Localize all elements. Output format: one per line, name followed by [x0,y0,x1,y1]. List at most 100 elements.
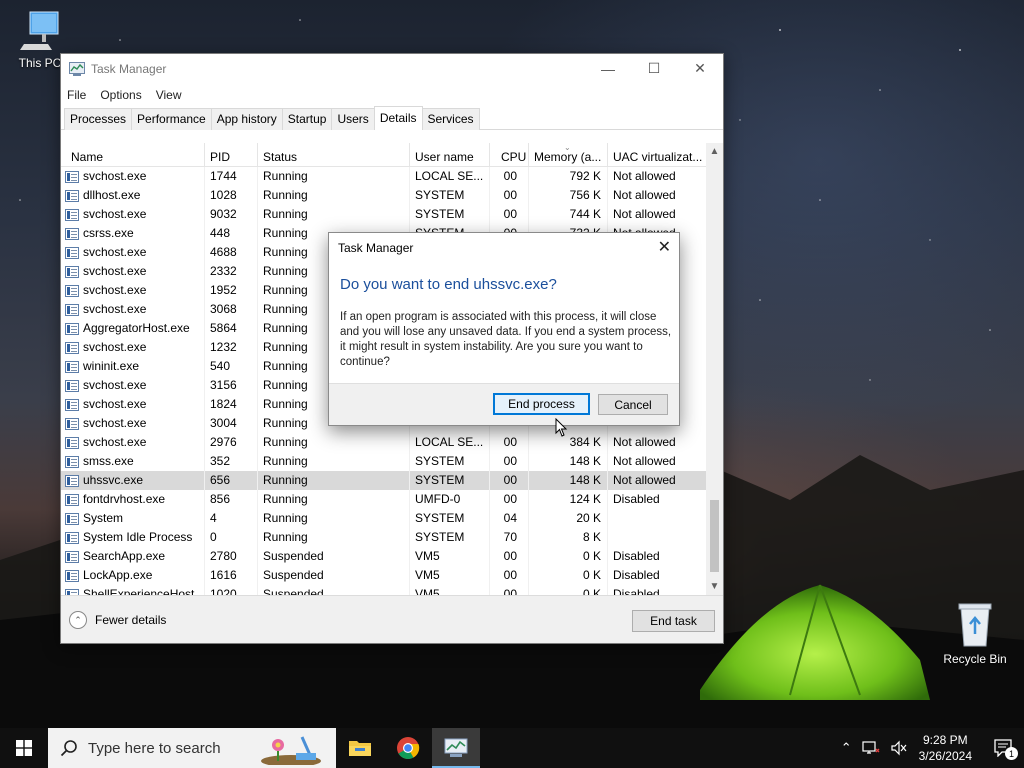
taskbar: Type here to search ⌃ 9:28 PM 3/26/2024 … [0,728,1024,768]
clock[interactable]: 9:28 PM 3/26/2024 [919,732,972,764]
process-status: Suspended [258,585,410,595]
maximize-button[interactable]: ☐ [631,54,677,83]
table-row[interactable]: System 4 Running SYSTEM 04 20 K [61,509,723,528]
tab-performance[interactable]: Performance [131,108,212,130]
end-process-button[interactable]: End process [493,393,590,415]
process-uac: Not allowed [608,167,708,186]
process-name: uhssvc.exe [61,471,205,490]
vertical-scrollbar[interactable]: ▲ ▼ [706,143,723,595]
process-pid: 3004 [205,414,258,433]
process-icon [65,436,79,449]
table-row[interactable]: dllhost.exe 1028 Running SYSTEM 00 756 K Not a… [61,186,723,205]
process-name-label: svchost.exe [83,416,147,430]
process-user: UMFD-0 [410,490,490,509]
start-button[interactable] [0,728,48,768]
taskbar-chrome[interactable] [384,728,432,768]
process-name-label: svchost.exe [83,340,147,354]
cancel-button[interactable]: Cancel [598,394,668,415]
process-icon [65,455,79,468]
dialog-message: If an open program is associated with th… [340,311,672,368]
table-row[interactable]: smss.exe 352 Running SYSTEM 00 148 K Not allow… [61,452,723,471]
process-name-label: System Idle Process [83,530,193,544]
taskbar-file-explorer[interactable] [336,728,384,768]
end-task-button[interactable]: End task [632,610,715,632]
table-row[interactable]: fontdrvhost.exe 856 Running UMFD-0 00 124 K Di… [61,490,723,509]
process-status: Running [258,471,410,490]
process-memory: 792 K [529,167,608,186]
process-user: VM5 [410,547,490,566]
process-icon [65,303,79,316]
process-pid: 1952 [205,281,258,300]
taskbar-task-manager[interactable] [432,728,480,768]
process-name: svchost.exe [61,414,205,433]
process-user: SYSTEM [410,509,490,528]
process-status: Running [258,205,410,224]
process-status: Suspended [258,566,410,585]
table-row[interactable]: ShellExperienceHost... 1020 Suspended VM5 00… [61,585,723,595]
menu-view[interactable]: View [156,88,182,102]
desktop-icon-recycle-bin[interactable]: Recycle Bin [935,600,1015,666]
table-row[interactable]: SearchApp.exe 2780 Suspended VM5 00 0 K Disabl… [61,547,723,566]
column-header-name[interactable]: Name [61,143,205,167]
menu-options[interactable]: Options [100,88,141,102]
show-hidden-icons-icon[interactable]: ⌃ [841,740,852,756]
column-header-user-name[interactable]: User name [410,143,490,167]
fewer-details-link[interactable]: ⌃ Fewer details [69,611,166,629]
table-row[interactable]: svchost.exe 2976 Running LOCAL SE... 00 384 K… [61,433,723,452]
process-name-label: LockApp.exe [83,568,153,582]
process-name: SearchApp.exe [61,547,205,566]
scroll-up-icon[interactable]: ▲ [706,143,723,160]
process-pid: 1616 [205,566,258,585]
process-icon [65,360,79,373]
process-name: AggregatorHost.exe [61,319,205,338]
table-row[interactable]: svchost.exe 1744 Running LOCAL SE... 00 792 K… [61,167,723,186]
process-pid: 540 [205,357,258,376]
column-header-cpu[interactable]: CPU [490,143,529,167]
tab-services[interactable]: Services [421,108,480,130]
volume-muted-icon[interactable] [890,740,908,756]
process-user: SYSTEM [410,205,490,224]
action-center-button[interactable]: 1 [984,728,1024,768]
column-header-uac[interactable]: UAC virtualizat... [608,143,708,167]
process-name-label: csrss.exe [83,226,134,240]
column-header-status[interactable]: Status [258,143,410,167]
scroll-down-icon[interactable]: ▼ [706,578,723,595]
sort-indicator-icon: ⌄ [564,143,571,152]
table-header: Name PID Status User name CPU Memory (a.… [61,143,723,167]
table-row[interactable]: LockApp.exe 1616 Suspended VM5 00 0 K Disabled [61,566,723,585]
search-box[interactable]: Type here to search [48,728,336,768]
table-row[interactable]: uhssvc.exe 656 Running SYSTEM 00 148 K Not all… [61,471,723,490]
process-uac: Not allowed [608,471,708,490]
process-user: SYSTEM [410,452,490,471]
dialog-close-icon[interactable]: ✕ [658,237,671,257]
process-user: VM5 [410,566,490,585]
process-name-label: fontdrvhost.exe [83,492,166,506]
desktop-icon-label: This PC [18,56,62,70]
menu-file[interactable]: File [67,88,86,102]
process-memory: 148 K [529,471,608,490]
network-icon[interactable] [862,740,880,756]
process-user: VM5 [410,585,490,595]
tab-details[interactable]: Details [373,106,423,130]
dialog-question: Do you want to end uhssvc.exe? [340,276,557,293]
tab-app-history[interactable]: App history [210,108,283,130]
process-uac: Disabled [608,547,708,566]
process-name-label: smss.exe [83,454,134,468]
table-row[interactable]: System Idle Process 0 Running SYSTEM 70 8 K [61,528,723,547]
tab-startup[interactable]: Startup [281,108,333,130]
table-row[interactable]: svchost.exe 9032 Running SYSTEM 00 744 K Not a… [61,205,723,224]
tab-processes[interactable]: Processes [64,108,133,130]
process-name: svchost.exe [61,281,205,300]
process-icon [65,341,79,354]
process-uac: Disabled [608,585,708,595]
process-pid: 1020 [205,585,258,595]
process-memory: 148 K [529,452,608,471]
column-header-pid[interactable]: PID [205,143,258,167]
process-uac [608,528,708,547]
minimize-button[interactable]: — [585,54,631,83]
close-button[interactable]: ✕ [677,54,723,83]
scrollbar-thumb[interactable] [710,500,719,572]
process-pid: 1232 [205,338,258,357]
process-name: csrss.exe [61,224,205,243]
tab-users[interactable]: Users [331,108,375,130]
